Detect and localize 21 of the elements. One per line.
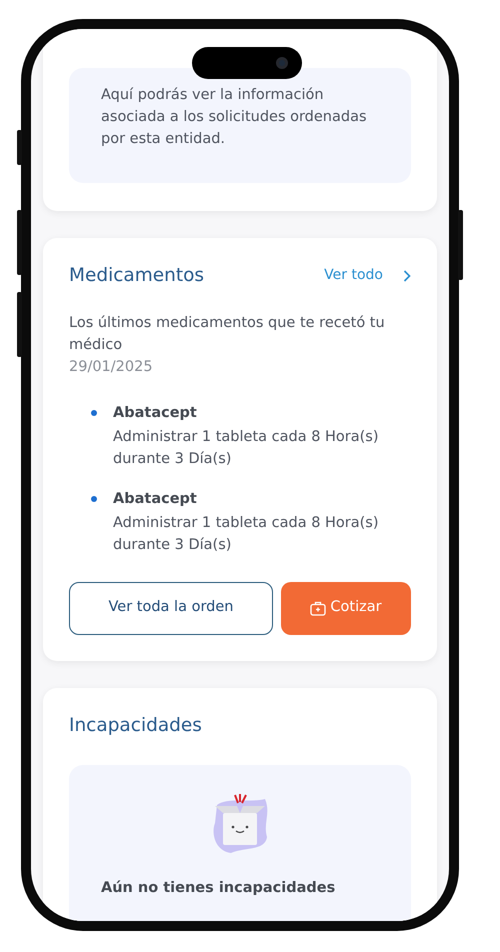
empty-message: Aún no tienes incapacidades [101,878,336,898]
medical-kit-icon [310,600,326,616]
view-order-button[interactable]: Ver toda la orden [69,582,273,635]
bullet-icon [91,496,97,502]
medication-instructions: Administrar 1 tableta cada 8 Hora(s) durante 3 Día(s) [113,514,380,555]
medication-instructions: Administrar 1 tableta cada 8 Hora(s) durante 3 Día(s) [113,428,380,469]
section-title: Incapacidades [69,714,203,738]
chevron-right-icon [403,270,411,282]
subtitle-text: Los últimos medicamentos que te recetó tu médico [69,314,386,355]
side-button[interactable] [17,210,22,275]
medication-name: Abatacept [113,490,198,509]
medication-name: Abatacept [113,404,198,423]
quote-button[interactable]: Cotizar [281,582,411,635]
bullet-icon [91,410,97,416]
side-button[interactable] [17,130,22,165]
info-text: Aquí podrás ver la información asociada a los solicitudes ordenadas por esta entidad. [101,86,368,149]
see-all-link[interactable]: Ver todo [324,265,411,286]
date-text: 29/01/2025 [69,358,154,377]
side-button[interactable] [458,210,463,280]
section-title: Medicamentos [69,264,206,288]
side-button[interactable] [17,292,22,357]
